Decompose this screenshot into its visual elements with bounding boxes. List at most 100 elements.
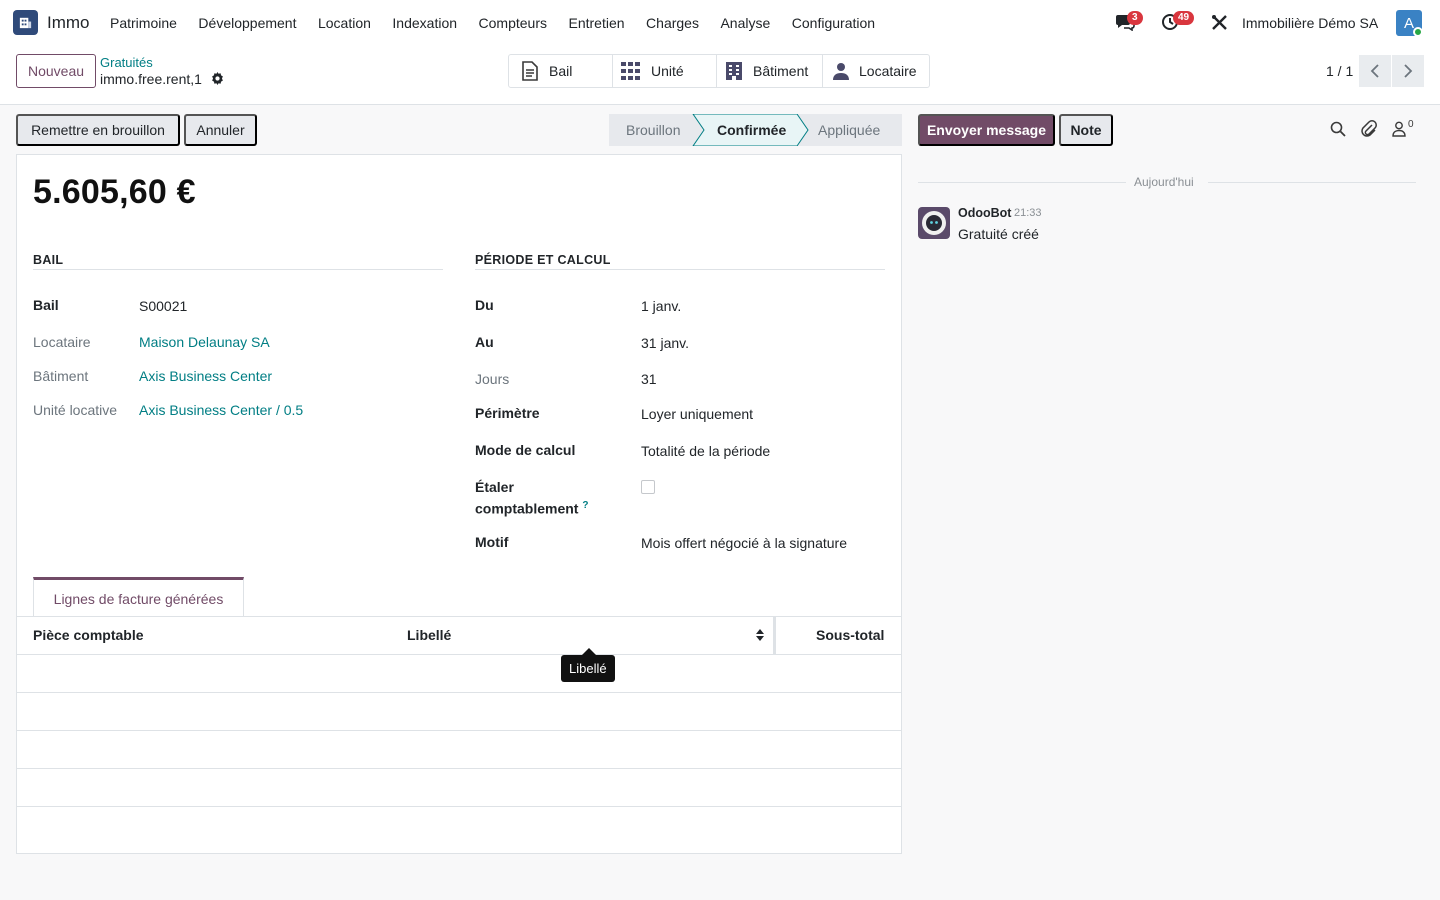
table-row-divider	[17, 692, 901, 693]
new-button[interactable]: Nouveau	[16, 54, 96, 88]
table-row-divider	[17, 654, 901, 655]
smart-button-locataire-label: Locataire	[859, 63, 917, 79]
document-icon	[522, 61, 538, 81]
section-title-bail: BAIL	[33, 253, 64, 267]
top-navbar: Immo Patrimoine Développement Location I…	[0, 0, 1440, 46]
column-resize-handle[interactable]	[773, 617, 776, 655]
table-row-divider	[17, 806, 901, 807]
value-batiment[interactable]: Axis Business Center	[139, 368, 272, 384]
breadcrumb-current: immo.free.rent,1	[100, 71, 202, 87]
menu-location[interactable]: Location	[318, 15, 371, 31]
send-message-button[interactable]: Envoyer message	[918, 114, 1055, 146]
activities-badge: 49	[1173, 11, 1195, 25]
paperclip-icon[interactable]	[1361, 120, 1377, 141]
log-note-button[interactable]: Note	[1059, 114, 1113, 146]
label-locataire: Locataire	[33, 334, 91, 350]
smart-button-unite[interactable]: Unité	[613, 55, 717, 87]
label-etaler-line1: Étaler	[475, 479, 514, 495]
stage-brouillon[interactable]: Brouillon	[626, 122, 680, 138]
tools-icon[interactable]	[1211, 14, 1228, 34]
building-icon	[726, 62, 742, 80]
person-icon	[833, 63, 849, 80]
section-divider-periode	[475, 269, 885, 270]
label-etaler-line2: comptablement ?	[475, 500, 588, 517]
label-motif: Motif	[475, 534, 509, 550]
value-bail[interactable]: S00021	[139, 298, 187, 314]
message-author[interactable]: OdooBot	[958, 206, 1011, 220]
value-jours: 31	[641, 371, 657, 387]
form-sheet: 5.605,60 € BAIL Bail S00021 Locataire Ma…	[16, 154, 902, 854]
control-panel: Nouveau Gratuités immo.free.rent,1 Bail …	[0, 46, 1440, 105]
value-locataire[interactable]: Maison Delaunay SA	[139, 334, 270, 350]
value-unite-locative[interactable]: Axis Business Center / 0.5	[139, 402, 303, 418]
app-name[interactable]: Immo	[47, 13, 90, 33]
app-logo-icon[interactable]	[13, 10, 38, 35]
value-du[interactable]: 1 janv.	[641, 298, 681, 314]
menu-analyse[interactable]: Analyse	[720, 15, 770, 31]
section-divider-bail	[33, 269, 443, 270]
column-header-libelle[interactable]: Libellé	[407, 627, 451, 643]
smart-buttons: Bail Unité Bâtiment Locataire	[508, 54, 930, 88]
menu-charges[interactable]: Charges	[646, 15, 699, 31]
column-tooltip: Libellé	[561, 655, 615, 682]
pager-next-button[interactable]	[1392, 55, 1424, 87]
sort-arrows-icon[interactable]	[755, 628, 765, 645]
table-row-divider	[17, 730, 901, 731]
label-mode-calcul: Mode de calcul	[475, 442, 576, 458]
menu-configuration[interactable]: Configuration	[792, 15, 875, 31]
odoobot-avatar[interactable]	[918, 207, 950, 239]
company-switcher[interactable]: Immobilière Démo SA	[1242, 15, 1378, 31]
section-title-periode: PÉRIODE ET CALCUL	[475, 253, 611, 267]
help-tooltip-icon[interactable]: ?	[582, 500, 588, 511]
tab-divider	[17, 616, 901, 617]
cancel-button[interactable]: Annuler	[184, 114, 257, 146]
chevron-right-icon	[1404, 64, 1413, 78]
smart-button-bail-label: Bail	[549, 63, 573, 79]
tab-invoice-lines[interactable]: Lignes de facture générées	[33, 577, 244, 617]
label-etaler-text: comptablement	[475, 500, 579, 517]
messages-badge: 3	[1127, 11, 1143, 25]
menu-compteurs[interactable]: Compteurs	[479, 15, 547, 31]
label-jours: Jours	[475, 371, 510, 387]
date-separator: Aujourd'hui	[1134, 175, 1194, 189]
menu-developpement[interactable]: Développement	[198, 15, 296, 31]
date-separator-line	[1208, 182, 1416, 183]
message-time: 21:33	[1014, 207, 1042, 219]
column-header-sous-total[interactable]: Sous-total	[816, 627, 884, 643]
menu-patrimoine[interactable]: Patrimoine	[110, 15, 177, 31]
chevron-left-icon	[1370, 64, 1379, 78]
value-motif[interactable]: Mois offert négocié à la signature	[641, 535, 847, 551]
label-du: Du	[475, 297, 494, 313]
label-unite-locative: Unité locative	[33, 402, 118, 418]
reset-to-draft-button[interactable]: Remettre en brouillon	[16, 114, 180, 146]
label-batiment: Bâtiment	[33, 368, 89, 384]
breadcrumb-parent[interactable]: Gratuités	[100, 55, 153, 70]
table-row-divider	[17, 768, 901, 769]
followers-icon[interactable]	[1392, 121, 1406, 140]
stage-appliquee[interactable]: Appliquée	[818, 122, 880, 138]
gear-icon[interactable]	[211, 72, 224, 88]
grid-icon	[621, 62, 640, 80]
smart-button-batiment[interactable]: Bâtiment	[717, 55, 823, 87]
pager-previous-button[interactable]	[1359, 55, 1391, 87]
smart-button-locataire[interactable]: Locataire	[823, 55, 929, 87]
column-header-piece[interactable]: Pièce comptable	[33, 627, 144, 643]
pager-value[interactable]: 1 / 1	[1326, 63, 1353, 79]
label-au: Au	[475, 334, 494, 350]
label-perimetre: Périmètre	[475, 405, 540, 421]
message-body: Gratuité créé	[958, 226, 1039, 242]
value-mode-calcul[interactable]: Totalité de la période	[641, 443, 770, 459]
menu-indexation[interactable]: Indexation	[392, 15, 457, 31]
stage-confirmee[interactable]: Confirmée	[717, 122, 786, 138]
etaler-comptablement-checkbox[interactable]	[641, 480, 655, 494]
presence-dot	[1413, 27, 1423, 37]
smart-button-batiment-label: Bâtiment	[753, 63, 809, 79]
smart-button-bail[interactable]: Bail	[509, 55, 613, 87]
value-au[interactable]: 31 janv.	[641, 335, 689, 351]
search-icon[interactable]	[1330, 121, 1346, 140]
free-rent-amount: 5.605,60 €	[33, 173, 196, 211]
value-perimetre[interactable]: Loyer uniquement	[641, 406, 753, 422]
label-bail: Bail	[33, 297, 59, 313]
menu-entretien[interactable]: Entretien	[569, 15, 625, 31]
status-stages: Brouillon Confirmée Appliquée	[609, 114, 902, 146]
